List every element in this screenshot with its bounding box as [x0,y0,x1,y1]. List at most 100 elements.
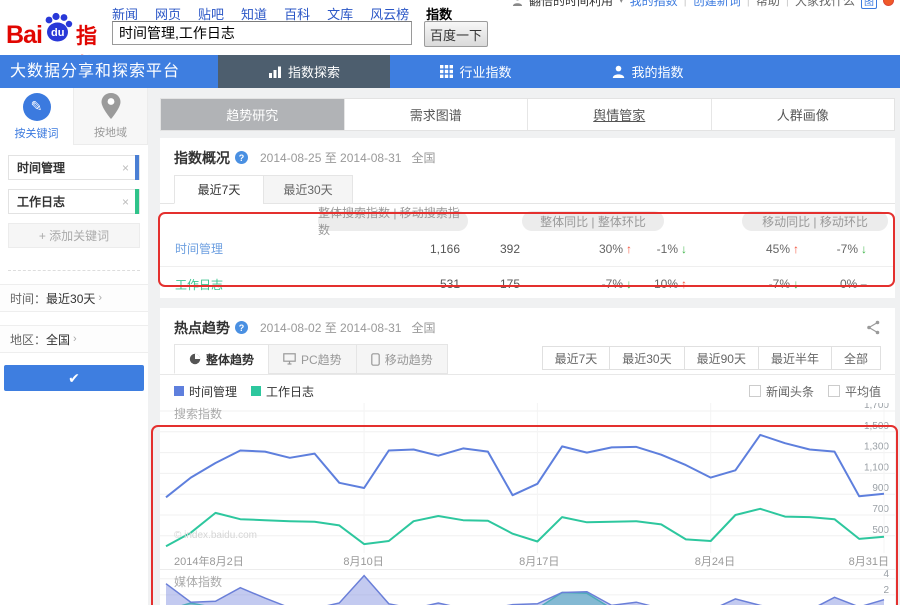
tab-industry-index[interactable]: 行业指数 [390,55,562,88]
svg-text:900: 900 [872,483,889,494]
notice-icon[interactable] [883,0,894,6]
svg-text:1,500: 1,500 [864,421,889,432]
legend-label: 工作日志 [266,384,315,399]
tab-index-explore[interactable]: 指数探索 [218,55,390,88]
search-bar: 百度一下 [112,21,488,47]
link-create-word[interactable]: 创建新词 [693,0,741,9]
svg-text:1,100: 1,100 [864,462,889,473]
mobile-mom: -7% ↓ [836,241,867,256]
link-my-index[interactable]: 我的指数 [630,0,678,9]
overview-period-tabs: 最近7天 最近30天 [160,175,895,204]
mobile-mom: 0% – [839,277,867,291]
region-filter-row[interactable]: 地区： 全国 › [0,325,148,353]
search-input[interactable] [112,21,412,45]
divider: | [683,0,687,7]
range-half-year-button[interactable]: 最近半年 [757,346,832,370]
region-filter-label: 地区： [10,332,47,347]
person-icon [613,65,625,78]
range-7d-button[interactable]: 最近7天 [541,346,611,370]
media-index-chart[interactable]: 媒体指数 24 [160,569,895,605]
tab-pc-trend[interactable]: PC趋势 [268,344,357,374]
range-all-button[interactable]: 全部 [830,346,881,370]
tab-mobile-trend[interactable]: 移动趋势 [355,344,448,374]
help-icon[interactable]: ? [235,151,248,164]
news-headline-checkbox[interactable]: 新闻头条 [748,383,814,400]
checkbox-icon[interactable] [827,385,840,397]
sidebar-mode-tabs: ✎ 按关键词 按地域 [0,88,148,145]
baidu-index-logo[interactable]: Bai du 指数 [6,11,110,78]
checkbox-label: 新闻头条 [765,384,814,399]
keyword-list: 时间管理 × 工作日志 × + 添加关键词 [0,145,148,248]
tab-demand-map[interactable]: 需求图谱 [344,99,528,130]
share-icon[interactable] [866,320,881,335]
index-overview-card: 指数概况 ? 2014-08-25 至 2014-08-31 全国 最近7天 最… [160,138,895,298]
time-filter-row[interactable]: 时间： 最近30天 › [0,284,148,312]
overall-mom: 10% ↑ [653,277,687,291]
range-90d-button[interactable]: 最近90天 [683,346,759,370]
tab-label: 行业指数 [459,65,512,80]
close-icon[interactable]: × [122,161,129,175]
tab-sentiment-manager[interactable]: 舆情管家 [528,99,712,130]
area-chart-canvas[interactable]: 24 [160,569,895,605]
link-help[interactable]: 帮助 [756,0,780,9]
line-chart-canvas[interactable]: 500 700 900 1,100 1,300 1,500 1,700 [160,400,895,553]
tab-audience-profile[interactable]: 人群画像 [711,99,894,130]
grid-icon [440,65,454,78]
keyword-item[interactable]: 工作日志 × [8,189,140,214]
overview-date-range: 2014-08-25 至 2014-08-31 [260,151,402,165]
mode-tab-label: 按地域 [94,127,127,139]
arrow-icon: – [860,277,867,291]
bar-chart-icon [268,66,281,78]
close-icon[interactable]: × [122,195,129,209]
column-header-overall-ratio: 整体同比 | 整体环比 [522,211,664,231]
checkbox-icon[interactable] [748,385,761,397]
tab-my-index[interactable]: 我的指数 [562,55,734,88]
phone-icon [370,352,380,366]
sidebar: ✎ 按关键词 按地域 时间管理 × 工作日志 × + 添加关键词 时间： 最近3… [0,88,148,605]
user-name[interactable]: 翻倍的时间利用 [529,0,613,9]
legend-label: 时间管理 [189,384,238,399]
search-index-chart[interactable]: 搜索指数 500 700 900 1,100 1,300 1,500 1,700 © ind… [160,400,895,553]
trend-type-tabs: 整体趋势 PC趋势 移动趋势 [174,344,448,374]
mode-tab-by-region[interactable]: 按地域 [73,88,148,145]
range-30d-button[interactable]: 最近30天 [609,346,685,370]
logo-du-text: du [51,27,65,39]
keyword-color-stripe [135,155,139,180]
x-tick: 8月24日 [694,556,736,568]
overview-region: 全国 [411,151,436,165]
trend-region: 全国 [411,321,436,335]
divider: | [746,0,750,7]
svg-text:500: 500 [872,525,889,536]
tab-trend-research[interactable]: 趋势研究 [161,99,345,130]
mobile-search-index: 392 [499,241,520,256]
mode-tab-by-keyword[interactable]: ✎ 按关键词 [0,88,73,145]
image-badge: 图 [861,0,877,9]
legend-item-keyword1[interactable]: 时间管理 [174,383,237,400]
overlay-checkboxes: 新闻头条 平均值 [748,383,881,400]
svg-text:1,700: 1,700 [864,403,889,411]
chart-legend: 时间管理 工作日志 新闻头条 平均值 [160,379,895,403]
trend-controls: 整体趋势 PC趋势 移动趋势 最近7天 最近30天 最近90天 最近半年 全部 [160,343,895,375]
keyword-item[interactable]: 时间管理 × [8,155,140,180]
add-keyword-button[interactable]: + 添加关键词 [8,223,140,248]
keyword-link[interactable]: 时间管理 [160,240,310,257]
baidu-search-button[interactable]: 百度一下 [424,21,488,47]
keyword-link[interactable]: 工作日志 [160,276,310,293]
keyword-color-stripe [135,189,139,214]
legend-swatch [251,386,262,396]
tab-last-7-days[interactable]: 最近7天 [174,175,264,204]
research-tabs: 趋势研究 需求图谱 舆情管家 人群画像 [160,98,895,131]
tab-overall-trend[interactable]: 整体趋势 [174,344,270,374]
overall-yoy: -7% ↓ [601,277,632,291]
help-icon[interactable]: ? [235,321,248,334]
chevron-right-icon: › [98,292,103,304]
tab-last-30-days[interactable]: 最近30天 [263,175,353,204]
time-filter-label: 时间： [10,291,47,306]
mobile-search-index: 175 [499,277,520,291]
confirm-button[interactable]: ✔ [4,365,144,391]
legend-item-keyword2[interactable]: 工作日志 [251,383,314,400]
keyword-name: 时间管理 [17,161,66,175]
average-checkbox[interactable]: 平均值 [827,383,881,400]
link-hot-search[interactable]: 大家找什么 [795,0,855,9]
page-header: 翻倍的时间利用 ▾ 我的指数 | 创建新词 | 帮助 | 大家找什么 图 新闻 … [0,0,900,78]
